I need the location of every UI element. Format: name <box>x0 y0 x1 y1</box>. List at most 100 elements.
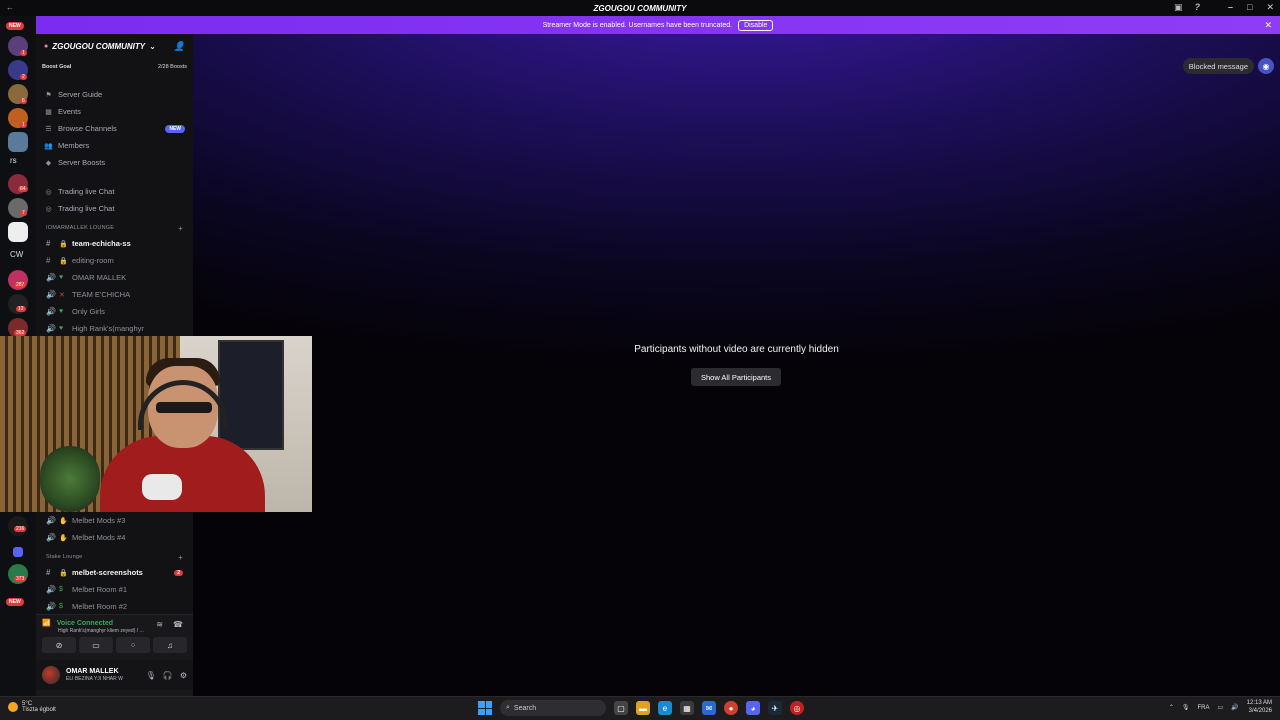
microphone-icon[interactable]: 🎙 <box>146 671 156 680</box>
edge-icon[interactable]: e <box>658 701 672 715</box>
members-icon: 👥 <box>44 142 53 150</box>
voice-status[interactable]: 📶 Voice Connected <box>42 619 113 627</box>
hidden-participants-message: Participants without video are currently… <box>634 344 839 355</box>
nav-label: Members <box>58 141 90 150</box>
avatar[interactable] <box>42 666 60 684</box>
back-icon[interactable]: ← <box>6 3 14 12</box>
voice-channel-item[interactable]: 🔊 ♥ Only Girls <box>36 303 193 320</box>
disconnect-icon[interactable]: ☎ <box>173 620 183 629</box>
boost-goal[interactable]: Boost Goal 2/28 Boosts <box>42 60 187 74</box>
help-icon[interactable]: ? <box>1195 2 1201 13</box>
microphone-image <box>142 474 182 500</box>
server-text-icon[interactable]: CW <box>10 250 23 259</box>
browse-channels-item[interactable]: ☰ Browse Channels NEW <box>36 120 193 137</box>
heart-icon: ♥ <box>59 308 64 315</box>
banner-text: Streamer Mode is enabled. Usernames have… <box>542 21 733 29</box>
voice-channel-name[interactable]: High Rank's(manghyr kliem zeyed) / ... <box>58 628 144 634</box>
voice-status-label: Voice Connected <box>56 620 113 627</box>
soundboard-button[interactable]: ♫ <box>153 637 187 653</box>
speaker-icon: 🔊 <box>46 273 56 282</box>
noise-suppression-icon[interactable]: ≋ <box>156 620 163 629</box>
add-user-icon[interactable]: 👤 <box>174 41 185 52</box>
chevron-up-icon[interactable]: ⌃ <box>1169 704 1174 711</box>
activities-button[interactable]: ⁘ <box>116 637 150 653</box>
members-item[interactable]: 👥 Members <box>36 137 193 154</box>
heart-icon: ♥ <box>59 274 64 281</box>
lock-icon: 🔒 <box>59 569 68 577</box>
category-label: IOMARMALLEK LOUNGE <box>46 225 115 231</box>
category-header[interactable]: IOMARMALLEK LOUNGE + <box>36 221 193 235</box>
volume-icon[interactable]: 🔊 <box>1231 704 1238 711</box>
close-icon[interactable]: ✕ <box>1264 20 1272 31</box>
blocked-message-pill[interactable]: Blocked message <box>1182 58 1254 74</box>
add-channel-icon[interactable]: + <box>178 553 183 562</box>
minimize-button[interactable]: – <box>1228 2 1233 13</box>
voice-channel-item[interactable]: 🔊 ✋ Melbet Mods #3 <box>36 512 193 529</box>
channel-label: editing-room <box>72 256 114 265</box>
server-text-icon[interactable]: rs <box>10 156 17 165</box>
speaker-icon: 🔊 <box>46 602 56 611</box>
task-view-icon[interactable]: ▢ <box>614 701 628 715</box>
discord-icon[interactable]: ◕ <box>746 701 760 715</box>
steam-icon[interactable]: ✈ <box>768 701 782 715</box>
server-guide-item[interactable]: ⚑ Server Guide <box>36 86 193 103</box>
server-header[interactable]: ● ZGOUGOU COMMUNITY ⌄ 👤 <box>36 34 193 58</box>
show-all-participants-button[interactable]: Show All Participants <box>691 368 781 386</box>
channel-label: Melbet Room #2 <box>72 602 128 611</box>
server-icon[interactable] <box>8 222 28 242</box>
server-icon[interactable] <box>8 132 28 152</box>
chrome-icon[interactable]: ● <box>724 701 738 715</box>
gear-icon[interactable]: ⚙ <box>180 671 187 680</box>
voice-channel-item[interactable]: 🔊 $ Melbet Room #2 <box>36 598 193 615</box>
add-channel-icon[interactable]: + <box>178 224 183 233</box>
server-badge-icon: ● <box>44 42 49 50</box>
mention-badge: 216 <box>14 526 27 532</box>
app-icon[interactable]: ✉ <box>702 701 716 715</box>
channel-label: melbet-screenshots <box>72 568 143 577</box>
camera-button[interactable]: ⊘ <box>42 637 76 653</box>
events-item[interactable]: ▦ Events <box>36 103 193 120</box>
start-button[interactable] <box>478 701 492 715</box>
voice-channel-item[interactable]: 🔊 $ Melbet Room #1 <box>36 581 193 598</box>
voice-stage: Blocked message ◉ Participants without v… <box>193 34 1280 696</box>
pinned-channel[interactable]: ◎ Trading live Chat <box>36 200 193 217</box>
maximize-button[interactable]: □ <box>1247 2 1252 13</box>
server-boosts-item[interactable]: ◆ Server Boosts <box>36 154 193 171</box>
mic-tray-icon[interactable]: 🎙 <box>1182 704 1190 711</box>
new-pill: NEW <box>165 124 185 133</box>
category-label: Stake Lounge <box>46 554 83 560</box>
voice-channel-item[interactable]: 🔊 ✕ TEAM E'CHICHA <box>36 286 193 303</box>
channel-item[interactable]: # 🔒 melbet-screenshots 2 <box>36 564 193 581</box>
clock[interactable]: 12:13 AM 3/4/2026 <box>1247 700 1272 715</box>
channel-item[interactable]: # 🔒 editing-room <box>36 252 193 269</box>
channel-label: Melbet Mods #3 <box>72 516 126 525</box>
streamer-mode-banner: Streamer Mode is enabled. Usernames have… <box>36 16 1280 34</box>
network-icon[interactable]: ▭ <box>1217 704 1223 711</box>
taskbar-search[interactable]: ⌕ Search <box>500 700 606 716</box>
inbox-icon[interactable]: ▣ <box>1174 2 1183 13</box>
app-icon[interactable]: ◎ <box>790 701 804 715</box>
voice-panel: 📶 Voice Connected High Rank's(manghyr kli… <box>36 614 193 696</box>
voice-channel-item[interactable]: 🔊 ♥ OMAR MALLEK <box>36 269 193 286</box>
unread-badge: 2 <box>174 569 183 576</box>
folder-icon[interactable] <box>13 547 23 557</box>
screen-share-button[interactable]: ▭ <box>79 637 113 653</box>
headphones-icon[interactable]: 🎧 <box>163 671 173 680</box>
signpost-icon: ⚑ <box>45 91 52 99</box>
sound-icon[interactable]: ◉ <box>1258 58 1274 74</box>
weather-widget[interactable]: 5°C Tiszta égbolt <box>8 701 56 713</box>
close-window-button[interactable]: ✕ <box>1266 2 1274 13</box>
channel-item[interactable]: # 🔒 team-echicha-ss <box>36 235 193 252</box>
pinned-channel[interactable]: ◎ Trading live Chat <box>36 183 193 200</box>
channel-label: Trading live Chat <box>58 204 115 213</box>
channel-label: team-echicha-ss <box>72 239 131 248</box>
voice-channel-item[interactable]: 🔊 ✋ Melbet Mods #4 <box>36 529 193 546</box>
language-indicator[interactable]: FRA <box>1197 705 1209 711</box>
voice-channel-item[interactable]: 🔊 ♥ High Rank's(manghyr <box>36 320 193 337</box>
store-icon[interactable]: ▦ <box>680 701 694 715</box>
search-label: Search <box>513 704 537 712</box>
file-explorer-icon[interactable]: ▬ <box>636 701 650 715</box>
mention-badge: 64 <box>18 186 28 192</box>
category-header[interactable]: Stake Lounge + <box>36 550 193 564</box>
disable-streamer-mode-button[interactable]: Disable <box>738 19 774 31</box>
